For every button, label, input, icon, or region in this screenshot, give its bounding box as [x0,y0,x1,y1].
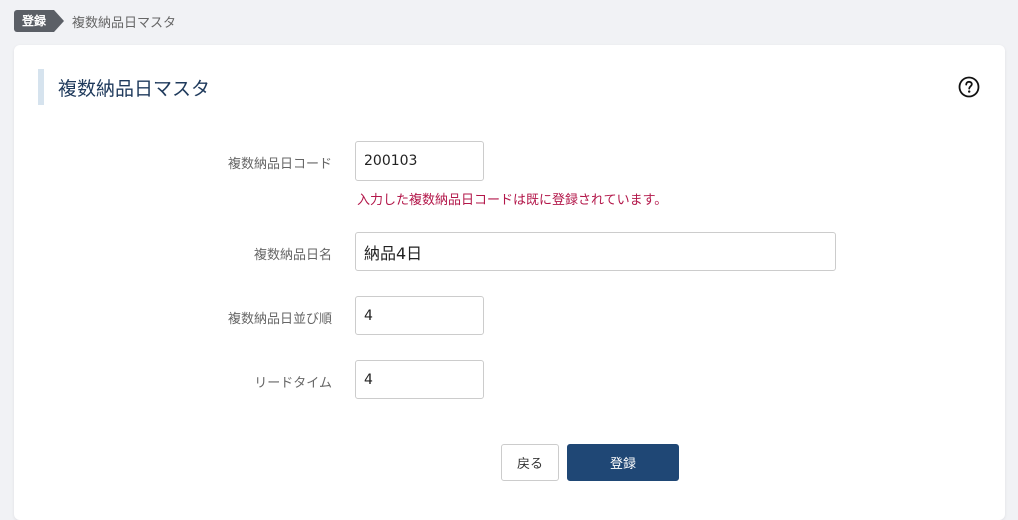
breadcrumb-badge[interactable]: 登録 [14,10,65,32]
form-card: 複数納品日マスタ 複数納品日コード 入力した複数納品日コードは既に登録されていま… [14,45,1005,520]
page-title-bar: 複数納品日マスタ [38,69,210,105]
order-label: 複数納品日並び順 [227,312,332,327]
back-button[interactable]: 戻る [501,444,559,481]
page-title: 複数納品日マスタ [58,77,211,100]
register-button[interactable]: 登録 [567,444,679,481]
lead-time-input[interactable] [355,360,484,399]
lead-time-label: リードタイム [254,376,332,391]
breadcrumb-current: 複数納品日マスタ [72,15,177,31]
help-icon[interactable] [958,76,980,98]
order-input[interactable] [355,296,484,335]
code-label: 複数納品日コード [227,157,332,172]
name-label: 複数納品日名 [253,248,332,263]
code-input[interactable] [355,141,484,181]
code-error-message: 入力した複数納品日コードは既に登録されています。 [357,193,668,208]
breadcrumb: 登録 複数納品日マスタ [14,10,176,32]
name-input[interactable] [355,232,836,271]
